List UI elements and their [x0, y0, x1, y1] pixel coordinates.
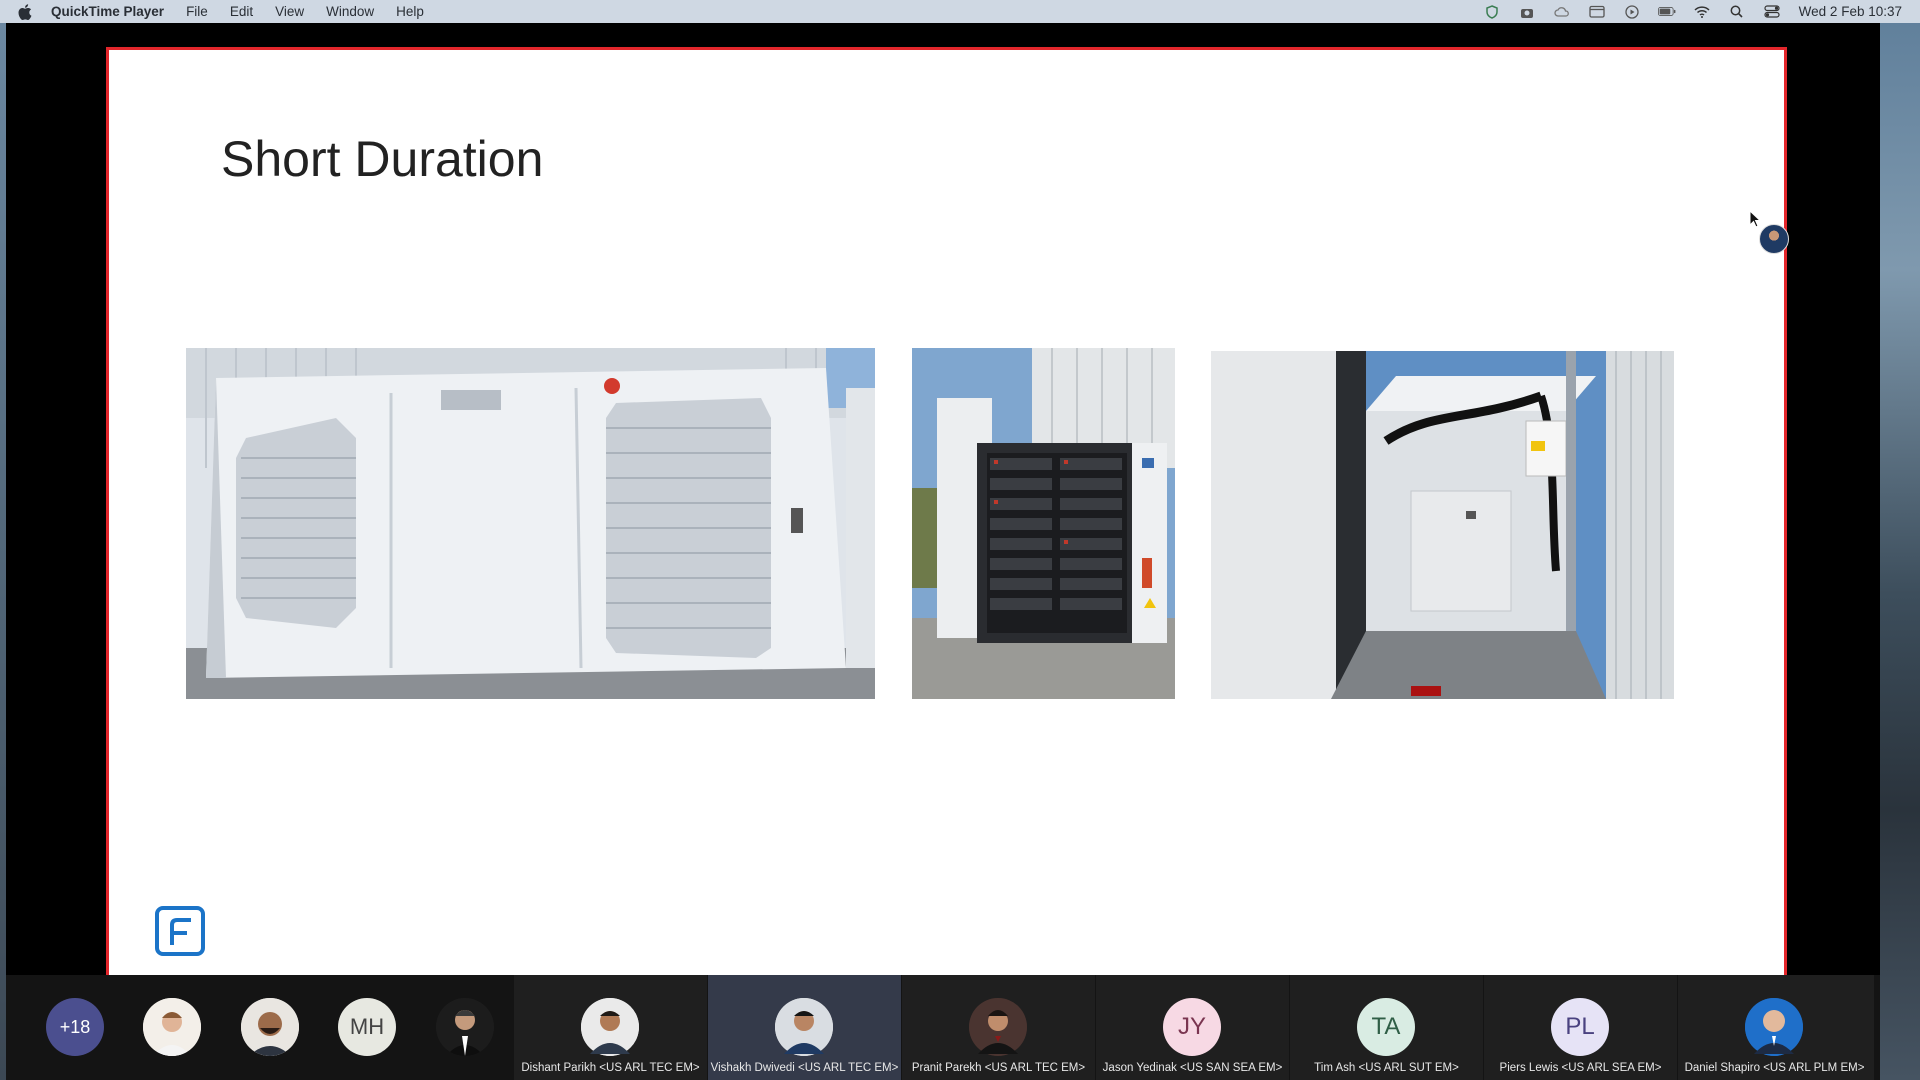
participant-name: Tim Ash <US ARL SUT EM>: [1314, 1062, 1459, 1074]
participant-tile[interactable]: Dishant Parikh <US ARL TEC EM>: [514, 975, 707, 1080]
participant-name: Pranit Parekh <US ARL TEC EM>: [911, 1062, 1086, 1074]
mouse-cursor-icon: [1749, 209, 1762, 233]
participant-avatar: [1745, 998, 1803, 1056]
menu-bar: QuickTime Player File Edit View Window H…: [0, 0, 1920, 23]
cloud-icon[interactable]: [1553, 5, 1571, 19]
participant-tile-active[interactable]: Vishakh Dwivedi <US ARL TEC EM>: [708, 975, 901, 1080]
participant-avatar: [775, 998, 833, 1056]
calendar-icon[interactable]: [1588, 5, 1606, 19]
more-participants-button[interactable]: +18: [46, 998, 104, 1056]
menu-bar-clock[interactable]: Wed 2 Feb 10:37: [1799, 4, 1902, 19]
enclosure-interior-photo: [1211, 351, 1674, 699]
participant-avatar[interactable]: [436, 998, 494, 1056]
search-icon[interactable]: [1728, 5, 1746, 19]
apple-icon[interactable]: [18, 3, 36, 20]
menu-window[interactable]: Window: [326, 4, 374, 19]
participant-tile[interactable]: PL Piers Lewis <US ARL SEA EM>: [1484, 975, 1677, 1080]
bag-icon[interactable]: [1518, 5, 1536, 19]
participant-avatar: [581, 998, 639, 1056]
battery-enclosure-exterior-photo: [186, 348, 875, 699]
battery-icon[interactable]: [1657, 5, 1676, 19]
quicktime-window: Short Duration +18 MH Dishant Parikh <US…: [6, 23, 1880, 1080]
presentation-slide: Short Duration: [106, 47, 1789, 992]
participant-avatar-initials: PL: [1551, 998, 1609, 1056]
participant-tile[interactable]: TA Tim Ash <US ARL SUT EM>: [1290, 975, 1483, 1080]
shield-icon[interactable]: [1483, 4, 1501, 19]
menu-view[interactable]: View: [275, 4, 304, 19]
battery-rack-cabinet-photo: [912, 348, 1175, 699]
menu-app-name[interactable]: QuickTime Player: [51, 4, 164, 19]
company-logo-icon: [154, 905, 206, 962]
participant-name: Daniel Shapiro <US ARL PLM EM>: [1684, 1062, 1865, 1074]
participant-tile[interactable]: Daniel Shapiro <US ARL PLM EM>: [1678, 975, 1874, 1080]
participant-name: Vishakh Dwivedi <US ARL TEC EM>: [710, 1062, 899, 1074]
participant-avatar-initials: TA: [1357, 998, 1415, 1056]
participant-avatar[interactable]: [143, 998, 201, 1056]
participant-name: Jason Yedinak <US SAN SEA EM>: [1102, 1062, 1283, 1074]
participant-tile[interactable]: Pranit Parekh <US ARL TEC EM>: [902, 975, 1095, 1080]
slide-title: Short Duration: [221, 131, 544, 187]
presenter-avatar: [1759, 224, 1789, 254]
menu-help[interactable]: Help: [396, 4, 424, 19]
menu-file[interactable]: File: [186, 4, 208, 19]
menu-edit[interactable]: Edit: [230, 4, 253, 19]
participant-name: Dishant Parikh <US ARL TEC EM>: [521, 1062, 700, 1074]
participant-avatar[interactable]: [241, 998, 299, 1056]
participant-avatar-initials[interactable]: MH: [338, 998, 396, 1056]
play-icon[interactable]: [1623, 4, 1641, 19]
participant-tile[interactable]: JY Jason Yedinak <US SAN SEA EM>: [1096, 975, 1289, 1080]
participant-avatar-initials: JY: [1163, 998, 1221, 1056]
participant-name: Piers Lewis <US ARL SEA EM>: [1499, 1062, 1662, 1074]
control-center-icon[interactable]: [1763, 5, 1781, 19]
wifi-icon[interactable]: [1693, 5, 1711, 19]
participant-avatar: [969, 998, 1027, 1056]
status-area: Wed 2 Feb 10:37: [1466, 0, 1902, 23]
participant-strip: +18 MH Dishant Parikh <US ARL TEC EM> Vi…: [6, 975, 1880, 1080]
